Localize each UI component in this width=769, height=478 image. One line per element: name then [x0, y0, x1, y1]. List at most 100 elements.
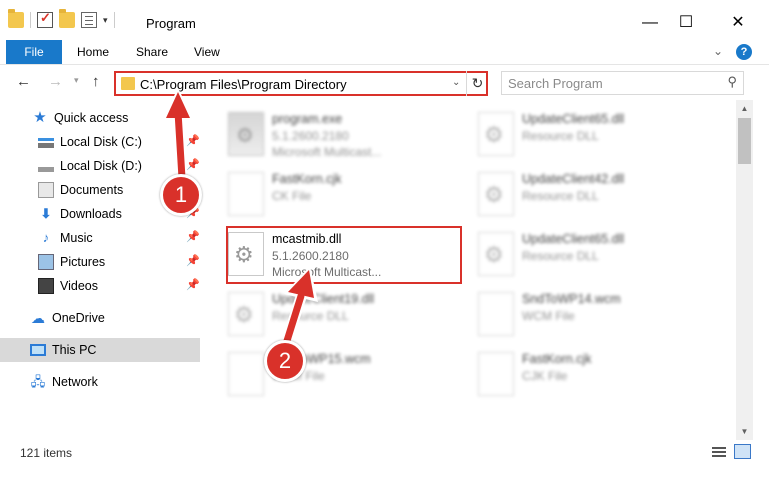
sidebar-item-onedrive[interactable]: ☁ OneDrive [0, 306, 200, 330]
pin-icon[interactable]: 📌 [186, 254, 200, 267]
star-icon: ★ [33, 109, 47, 126]
file-item-updateclient65-dll[interactable]: UpdateClient65.dll Resource DLL [462, 106, 702, 162]
file-version: 5.1.2600.2180 [272, 129, 349, 143]
address-bar[interactable]: C:\Program Files\Program Directory ⌄ ↻ [114, 71, 488, 96]
music-icon: ♪ [42, 230, 50, 245]
tab-share[interactable]: Share [136, 40, 168, 64]
file-item-sndtowp14-wcm[interactable]: SndToWP14.wcm WCM File [462, 286, 702, 342]
tab-view[interactable]: View [194, 40, 220, 64]
file-name: UpdateClient65.dll [522, 232, 625, 246]
computer-icon [30, 344, 46, 356]
vertical-scrollbar[interactable]: ▲ ▼ [736, 100, 753, 440]
file-name: FastKorn.cjk [272, 172, 342, 186]
quick-access-toolbar: ▾ [8, 9, 115, 28]
exe-icon [228, 112, 264, 156]
file-item-updateclient65-dll[interactable]: UpdateClient65.dll Resource DLL [462, 226, 702, 282]
file-icon [478, 352, 514, 396]
maximize-button[interactable]: ☐ [664, 8, 708, 38]
file-name: UpdateClient42.dll [522, 172, 625, 186]
file-type: Resource DLL [272, 309, 349, 323]
scroll-thumb[interactable] [738, 118, 751, 164]
file-name: UpdateClient19.dll [272, 292, 375, 306]
sidebar-item-videos[interactable]: Videos 📌 [0, 274, 200, 298]
search-icon[interactable]: ⚲ [727, 74, 737, 90]
file-icon [478, 292, 514, 336]
sidebar-item-local-disk-c[interactable]: Local Disk (C:) 📌 [0, 130, 200, 154]
dll-icon [228, 292, 264, 336]
sidebar-item-local-disk-d[interactable]: Local Disk (D:) 📌 [0, 154, 200, 178]
sidebar-item-label: Quick access [54, 111, 129, 125]
sidebar-item-network[interactable]: 🖧 Network [0, 370, 200, 394]
close-button[interactable]: ✕ [716, 8, 760, 38]
pin-icon[interactable]: 📌 [186, 230, 200, 243]
download-icon: ⬇ [40, 206, 52, 221]
videos-icon [38, 278, 54, 294]
pictures-icon [38, 254, 54, 270]
pin-icon[interactable]: 📌 [186, 158, 200, 171]
file-name: UpdateClient65.dll [522, 112, 625, 126]
sidebar-item-label: Downloads [60, 207, 122, 221]
folder-icon[interactable] [8, 9, 24, 28]
file-item-sndtowp15-wcm[interactable]: SndToWP15.wcm WCM File [212, 346, 452, 402]
window-title: Program [146, 16, 196, 31]
pin-icon[interactable]: 📌 [186, 278, 200, 291]
file-type: Resource DLL [522, 189, 599, 203]
sidebar-item-label: Videos [60, 279, 98, 293]
sidebar-item-label: Network [52, 375, 98, 389]
help-icon[interactable]: ? [736, 44, 752, 60]
file-name: SndToWP14.wcm [522, 292, 621, 306]
address-path[interactable]: C:\Program Files\Program Directory [140, 77, 347, 92]
network-icon: 🖧 [30, 374, 46, 389]
tab-home[interactable]: Home [77, 40, 109, 64]
properties-check-icon[interactable] [37, 10, 53, 28]
up-arrow-icon[interactable]: ↑ [92, 73, 100, 90]
new-folder-icon[interactable] [59, 9, 75, 28]
navigation-bar: ← → ▾ ↑ C:\Program Files\Program Directo… [0, 64, 769, 100]
search-input[interactable] [508, 73, 708, 93]
recent-locations-chevron-icon[interactable]: ▾ [74, 75, 79, 86]
file-type: Resource DLL [522, 249, 599, 263]
scroll-up-arrow-icon[interactable]: ▲ [736, 100, 753, 117]
dll-icon [478, 232, 514, 276]
file-item-fastkorn-cjk[interactable]: FastKorn.cjk CJK File [462, 346, 702, 402]
refresh-icon[interactable]: ↻ [466, 71, 488, 96]
file-item-updateclient19-dll[interactable]: UpdateClient19.dll Resource DLL [212, 286, 452, 342]
search-box[interactable]: ⚲ [501, 71, 744, 95]
file-item-fastkorn-cjk[interactable]: FastKorn.cjk CK File [212, 166, 452, 222]
drive-icon [38, 158, 54, 174]
title-bar: ▾ Program — ☐ ✕ [0, 0, 769, 40]
expand-ribbon-chevron-icon[interactable]: ⌄ [713, 44, 723, 58]
file-item-updateclient42-dll[interactable]: UpdateClient42.dll Resource DLL [462, 166, 702, 222]
scroll-down-arrow-icon[interactable]: ▼ [736, 423, 753, 440]
item-count: 121 items [20, 446, 73, 460]
ribbon-tabs: File Home Share View ⌄ ? [0, 40, 769, 64]
sidebar-item-label: OneDrive [52, 311, 105, 325]
status-bar: 121 items [0, 440, 769, 478]
file-type: WCM File [522, 309, 575, 323]
folder-icon [121, 77, 135, 90]
properties-list-icon[interactable] [81, 12, 97, 28]
sidebar-item-quick-access[interactable]: ★ Quick access [0, 106, 200, 130]
file-item-program-exe[interactable]: program.exe 5.1.2600.2180 Microsoft Mult… [212, 106, 452, 162]
sidebar-item-pictures[interactable]: Pictures 📌 [0, 250, 200, 274]
target-file-highlight [226, 226, 462, 284]
large-icons-view-icon[interactable] [734, 444, 751, 459]
file-name: program.exe [272, 112, 343, 126]
sidebar-item-label: Pictures [60, 255, 106, 269]
sidebar-item-this-pc[interactable]: This PC [0, 338, 200, 362]
forward-arrow-icon[interactable]: → [48, 73, 63, 90]
tab-file[interactable]: File [6, 40, 62, 64]
sidebar-item-label: Local Disk (D:) [60, 159, 142, 173]
pin-icon[interactable]: 📌 [186, 134, 200, 147]
file-type: CJK File [522, 369, 568, 383]
navigation-pane: ★ Quick access Local Disk (C:) 📌 Local D… [0, 100, 210, 440]
customize-toolbar-chevron-icon[interactable]: ▾ [103, 15, 108, 26]
drive-icon [38, 134, 54, 150]
sidebar-item-music[interactable]: ♪ Music 📌 [0, 226, 200, 250]
back-arrow-icon[interactable]: ← [16, 73, 31, 90]
dll-icon [478, 172, 514, 216]
details-view-icon[interactable] [712, 446, 726, 458]
file-description: Microsoft Multicast... [272, 145, 382, 159]
address-history-chevron-icon[interactable]: ⌄ [452, 77, 460, 88]
file-icon [228, 172, 264, 216]
